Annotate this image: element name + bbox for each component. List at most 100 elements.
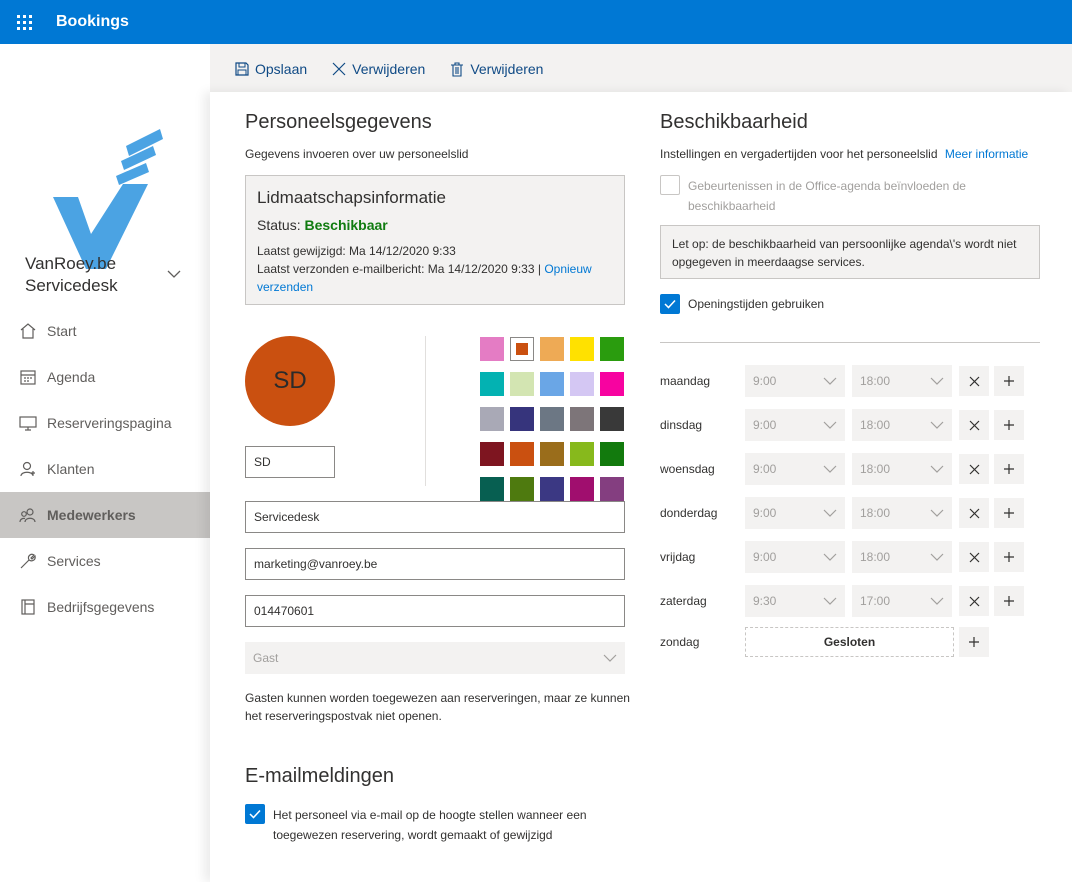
- color-swatch[interactable]: [540, 337, 564, 361]
- plus-icon: [1004, 596, 1014, 606]
- chevron-down-icon: [930, 421, 944, 429]
- app-title[interactable]: Bookings: [56, 13, 129, 31]
- status-label: Status:: [257, 217, 301, 233]
- save-label: Opslaan: [255, 61, 308, 77]
- color-swatch[interactable]: [600, 407, 624, 431]
- start-time-value: 9:00: [753, 550, 777, 564]
- color-swatch[interactable]: [540, 477, 564, 501]
- add-time-button[interactable]: [994, 410, 1024, 440]
- color-swatch[interactable]: [600, 337, 624, 361]
- color-swatch[interactable]: [540, 442, 564, 466]
- start-time-select[interactable]: 9:00: [745, 365, 845, 397]
- email-field[interactable]: marketing@vanroey.be: [245, 548, 625, 580]
- remove-time-button[interactable]: [959, 586, 989, 616]
- name-field[interactable]: Servicedesk: [245, 501, 625, 533]
- sidebar-item-business-info[interactable]: Bedrijfsgegevens: [0, 584, 210, 630]
- remove-time-button[interactable]: [959, 498, 989, 528]
- checkmark-icon: [664, 299, 676, 309]
- sidebar-item-label: Klanten: [47, 461, 95, 477]
- color-swatch[interactable]: [540, 372, 564, 396]
- top-bar: Bookings: [0, 0, 1072, 44]
- sidebar-item-booking-page[interactable]: Reserveringspagina: [0, 400, 210, 446]
- color-swatch[interactable]: [600, 477, 624, 501]
- start-time-select[interactable]: 9:00: [745, 541, 845, 573]
- avatar: SD: [245, 336, 335, 426]
- building-icon: [18, 597, 38, 617]
- sidebar-item-agenda[interactable]: Agenda: [0, 354, 210, 400]
- start-time-select[interactable]: 9:00: [745, 497, 845, 529]
- phone-field[interactable]: 014470601: [245, 595, 625, 627]
- color-swatch[interactable]: [540, 407, 564, 431]
- business-hours-checkbox[interactable]: [660, 294, 680, 314]
- add-time-button[interactable]: [994, 586, 1024, 616]
- start-time-select[interactable]: 9:30: [745, 585, 845, 617]
- last-modified: Laatst gewijzigd: Ma 14/12/2020 9:33: [257, 244, 456, 258]
- sidebar-item-customers[interactable]: Klanten: [0, 446, 210, 492]
- email-notify-checkbox[interactable]: [245, 804, 265, 824]
- add-time-button[interactable]: [994, 366, 1024, 396]
- role-select[interactable]: Gast: [245, 642, 625, 674]
- remove-time-button[interactable]: [959, 542, 989, 572]
- remove-time-button[interactable]: [959, 366, 989, 396]
- color-swatch[interactable]: [480, 372, 504, 396]
- selected-color-indicator: [516, 343, 528, 355]
- color-swatch[interactable]: [480, 337, 504, 361]
- add-time-button[interactable]: [994, 454, 1024, 484]
- color-swatch[interactable]: [570, 337, 594, 361]
- chevron-down-icon: [823, 377, 837, 385]
- color-swatch[interactable]: [510, 407, 534, 431]
- end-time-select[interactable]: 18:00: [852, 365, 952, 397]
- app-launcher-button[interactable]: [0, 0, 48, 44]
- sidebar-item-services[interactable]: Services: [0, 538, 210, 584]
- start-time-select[interactable]: 9:00: [745, 409, 845, 441]
- end-time-value: 18:00: [860, 550, 891, 564]
- chevron-down-icon: [823, 597, 837, 605]
- end-time-select[interactable]: 18:00: [852, 497, 952, 529]
- end-time-select[interactable]: 18:00: [852, 453, 952, 485]
- day-label: dinsdag: [660, 418, 703, 432]
- more-info-link[interactable]: Meer informatie: [945, 147, 1028, 161]
- remove-time-button[interactable]: [959, 410, 989, 440]
- start-time-select[interactable]: 9:00: [745, 453, 845, 485]
- office-calendar-checkbox[interactable]: [660, 175, 680, 195]
- chevron-down-icon: [930, 597, 944, 605]
- color-swatch[interactable]: [510, 477, 534, 501]
- add-time-button[interactable]: [959, 627, 989, 657]
- color-swatch[interactable]: [510, 442, 534, 466]
- delete-button[interactable]: Verwijderen: [449, 61, 543, 77]
- color-swatch[interactable]: [570, 442, 594, 466]
- start-time-value: 9:00: [753, 374, 777, 388]
- end-time-select[interactable]: 18:00: [852, 409, 952, 441]
- color-swatch[interactable]: [570, 477, 594, 501]
- close-icon: [969, 596, 979, 606]
- plus-icon: [969, 637, 979, 647]
- org-name[interactable]: VanRoey.be Servicedesk: [25, 253, 118, 297]
- add-time-button[interactable]: [994, 498, 1024, 528]
- initials-field[interactable]: SD: [245, 446, 335, 478]
- sidebar-item-start[interactable]: Start: [0, 308, 210, 354]
- remove-time-button[interactable]: [959, 454, 989, 484]
- color-swatch[interactable]: [570, 372, 594, 396]
- color-swatch[interactable]: [600, 372, 624, 396]
- end-time-select[interactable]: 18:00: [852, 541, 952, 573]
- save-button[interactable]: Opslaan: [234, 61, 307, 77]
- sidebar-item-label: Reserveringspagina: [47, 415, 172, 431]
- sidebar-item-staff[interactable]: Medewerkers: [0, 492, 210, 538]
- delete-label: Verwijderen: [470, 61, 544, 77]
- color-swatch[interactable]: [480, 407, 504, 431]
- color-swatch-selected[interactable]: [510, 337, 534, 361]
- email-notify-label-line2: toegewezen reservering, wordt gemaakt of…: [273, 828, 553, 842]
- color-swatch[interactable]: [570, 407, 594, 431]
- end-time-select[interactable]: 17:00: [852, 585, 952, 617]
- chevron-down-icon[interactable]: [166, 266, 182, 282]
- email-notify-label-line1: Het personeel via e-mail op de hoogte st…: [273, 808, 587, 822]
- chevron-down-icon: [823, 465, 837, 473]
- color-swatch[interactable]: [510, 372, 534, 396]
- add-time-button[interactable]: [994, 542, 1024, 572]
- color-swatch[interactable]: [480, 477, 504, 501]
- discard-button[interactable]: Verwijderen: [331, 61, 425, 77]
- membership-title: Lidmaatschapsinformatie: [257, 188, 446, 207]
- color-swatch[interactable]: [480, 442, 504, 466]
- color-swatch[interactable]: [600, 442, 624, 466]
- availability-warning: Let op: de beschikbaarheid van persoonli…: [660, 225, 1040, 279]
